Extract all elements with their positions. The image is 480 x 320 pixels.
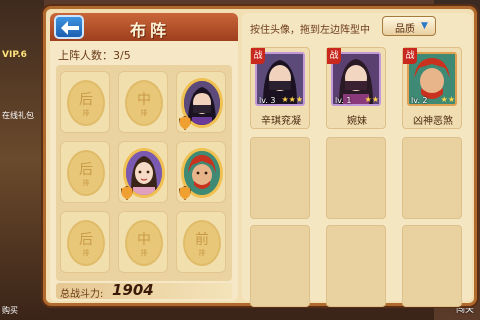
formation-window: 布阵 上阵人数：3/5 后 排 中 排 后 排 后 排 中 排 前 排 总战斗力… (43, 6, 477, 307)
quality-filter-button[interactable]: 品质 ▼ (382, 16, 436, 36)
empty-hero-slot (326, 225, 386, 307)
background-left-sidebar: VIP.6 在线礼包 购买 (0, 0, 44, 320)
shield-icon (179, 186, 191, 200)
page-title: 布阵 (129, 21, 170, 40)
empty-hero-slot (326, 137, 386, 219)
formation-slot-back-2[interactable]: 后 排 (60, 141, 110, 203)
title-bar: 布阵 (50, 13, 238, 41)
shield-icon (179, 116, 191, 130)
hero-stars: ★★★ (281, 95, 303, 104)
empty-hero-slot (250, 137, 310, 219)
deploy-count-label: 上阵人数： (58, 49, 113, 62)
formation-slot-middle-1[interactable]: 中 排 (118, 71, 168, 133)
slot-position-label: 前 (195, 232, 209, 248)
slot-position-label: 后 (79, 92, 93, 108)
hero-name: 凶神恶煞 (413, 116, 453, 127)
in-battle-badge: 战 (403, 48, 417, 64)
in-battle-badge: 战 (327, 48, 341, 64)
hero-card[interactable]: 战 lv. 1 ★★ 婉妹 (326, 47, 386, 129)
hero-name: 婉妹 (347, 116, 367, 127)
hero-level: lv. 3 (259, 96, 276, 105)
empty-hero-slot (402, 225, 462, 307)
formation-slot-front-1[interactable] (176, 71, 226, 133)
formation-slot-middle-2[interactable] (118, 141, 168, 203)
formation-slot-front-2[interactable] (176, 141, 226, 203)
hero-card[interactable]: 战 lv. 3 ★★★ 辛琪兖凝 (250, 47, 310, 129)
back-button[interactable] (54, 15, 84, 39)
hero-roster-panel: 按住头像，拖到左边阵型中 品质 ▼ 战 lv. 3 ★★★ 辛琪兖凝 战 lv.… (242, 13, 472, 307)
hero-name: 辛琪兖凝 (261, 116, 301, 127)
empty-hero-slot (250, 225, 310, 307)
formation-slot-front-3[interactable]: 前 排 (176, 211, 226, 273)
slot-position-label: 后 (79, 232, 93, 248)
slot-position-label: 中 (137, 232, 151, 248)
slot-position-label: 后 (79, 162, 93, 178)
slot-row-label: 排 (140, 109, 148, 117)
dropdown-triangle-icon: ▼ (421, 21, 428, 31)
total-power-label: 总战斗力: (60, 289, 104, 300)
online-gift-label[interactable]: 在线礼包 (2, 110, 34, 121)
slot-position-label: 中 (137, 92, 151, 108)
in-battle-badge: 战 (251, 48, 265, 64)
hero-level: lv. 2 (411, 96, 428, 105)
empty-hero-slot (402, 137, 462, 219)
deploy-count-value: 3/5 (113, 49, 131, 62)
shield-icon (121, 186, 133, 200)
hero-stars: ★★ (440, 95, 455, 104)
slot-row-label: 排 (140, 249, 148, 257)
slot-row-label: 排 (82, 109, 90, 117)
formation-grid: 后 排 中 排 后 排 后 排 中 排 前 排 (56, 65, 232, 281)
buy-label[interactable]: 购买 (2, 305, 18, 316)
formation-slot-back-3[interactable]: 后 排 (60, 211, 110, 273)
formation-slot-middle-3[interactable]: 中 排 (118, 211, 168, 273)
formation-slot-back-1[interactable]: 后 排 (60, 71, 110, 133)
deploy-count: 上阵人数：3/5 (58, 47, 131, 63)
hero-card[interactable]: 战 lv. 2 ★★ 凶神恶煞 (402, 47, 462, 129)
slot-row-label: 排 (82, 249, 90, 257)
slot-row-label: 排 (198, 249, 206, 257)
slot-row-label: 排 (82, 179, 90, 187)
vip-label: VIP.6 (2, 50, 27, 60)
drag-hint: 按住头像，拖到左边阵型中 (250, 25, 370, 36)
hero-stars: ★★ (364, 95, 379, 104)
hero-level: lv. 1 (335, 96, 352, 105)
total-power-value: 1904 (112, 281, 154, 299)
total-power-bar: 总战斗力: 1904 (56, 281, 232, 300)
quality-filter-label: 品质 (395, 24, 415, 35)
formation-panel: 布阵 上阵人数：3/5 后 排 中 排 后 排 后 排 中 排 前 排 总战斗力… (50, 13, 238, 301)
back-arrow-icon (61, 21, 79, 35)
